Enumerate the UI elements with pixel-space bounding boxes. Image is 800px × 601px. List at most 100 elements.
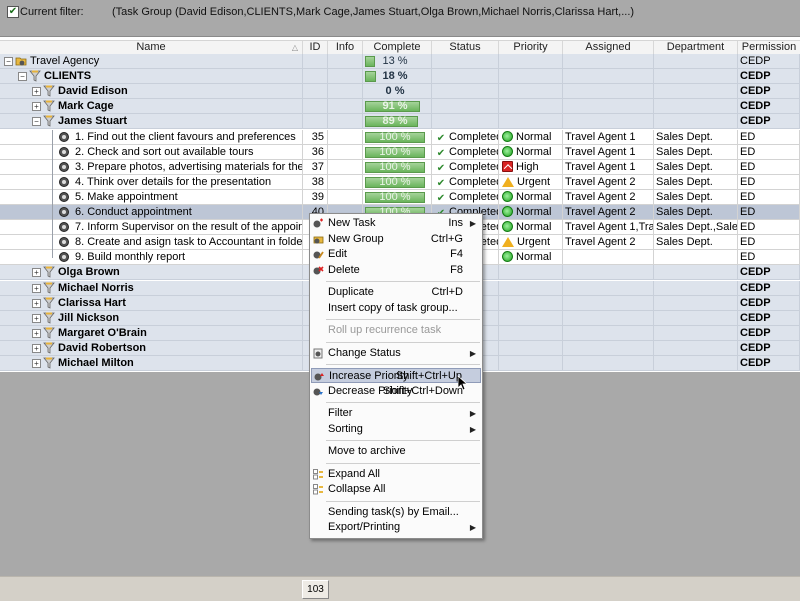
collapse-icon[interactable]: − bbox=[18, 72, 27, 82]
expand-icon[interactable]: + bbox=[32, 298, 41, 308]
group-row-clients[interactable]: − CLIENTS 18 % CEDP bbox=[0, 69, 800, 85]
menu-item-collapse-all[interactable]: Collapse All bbox=[311, 482, 481, 497]
cell-status: ✔Completed bbox=[432, 129, 499, 145]
menu-item-expand-all[interactable]: Expand All bbox=[311, 467, 481, 482]
menu-item-label: Filter bbox=[328, 407, 353, 419]
filter-checkbox[interactable]: ✔ bbox=[7, 6, 19, 18]
column-header-name[interactable]: Name △ bbox=[0, 41, 303, 54]
collapse-all-icon bbox=[313, 484, 324, 495]
menu-item-duplicate[interactable]: Duplicate Ctrl+D bbox=[311, 285, 481, 300]
progress-text: 100 % bbox=[379, 145, 411, 158]
menu-item-decrease-priority[interactable]: Decrease Priority Shift+Ctrl+Down bbox=[311, 384, 481, 399]
expand-icon[interactable]: + bbox=[32, 283, 41, 293]
menu-item-shortcut: Shift+Ctrl+Down bbox=[382, 384, 463, 397]
group-row-travel-agency[interactable]: − Travel Agency 13 % CEDP bbox=[0, 54, 800, 69]
menu-item-shortcut: Ctrl+D bbox=[431, 286, 463, 298]
cell-permission: ED bbox=[738, 205, 800, 220]
cell-permission: CEDP bbox=[738, 99, 800, 115]
menu-item-change-status[interactable]: Change Status ▶ bbox=[311, 346, 481, 361]
submenu-arrow-icon: ▶ bbox=[469, 523, 476, 532]
cell-department bbox=[654, 250, 738, 266]
task-row-8[interactable]: 4. Think over details for the presentati… bbox=[0, 174, 800, 190]
cell-status: ✔Completed bbox=[432, 144, 499, 160]
menu-item-export-printing[interactable]: Export/Printing ▶ bbox=[311, 520, 481, 535]
filter-bar: ✔ Current filter: (Task Group (David Edi… bbox=[0, 0, 800, 37]
column-header-complete[interactable]: Complete bbox=[363, 41, 432, 54]
new-task-icon bbox=[313, 218, 324, 229]
context-menu: New Task Ins ▶ New Group Ctrl+G Edit F4 Delete F… bbox=[309, 213, 483, 539]
expand-icon[interactable]: + bbox=[32, 359, 41, 368]
menu-item-move-to-archive[interactable]: Move to archive bbox=[311, 444, 481, 459]
row-name: 9. Build monthly report bbox=[75, 251, 186, 264]
menu-item-new-task[interactable]: New Task Ins ▶ bbox=[311, 216, 481, 231]
cell-department: Sales Dept. bbox=[654, 189, 738, 205]
progress-text: 13 % bbox=[382, 55, 408, 67]
expand-icon[interactable]: + bbox=[32, 328, 41, 338]
menu-item-sending-task-s-by-email[interactable]: Sending task(s) by Email... bbox=[311, 505, 481, 520]
menu-item-sorting[interactable]: Sorting ▶ bbox=[311, 422, 481, 437]
row-name: 6. Conduct appointment bbox=[75, 206, 192, 218]
cell-permission: CEDP bbox=[738, 356, 800, 371]
cell-permission: CEDP bbox=[738, 69, 800, 85]
cell-permission: CEDP bbox=[738, 114, 800, 130]
menu-item-filter[interactable]: Filter ▶ bbox=[311, 406, 481, 421]
cell-department: Sales Dept. bbox=[654, 174, 738, 190]
column-header-priority[interactable]: Priority bbox=[499, 41, 563, 54]
task-icon bbox=[59, 207, 69, 217]
task-row-9[interactable]: 5. Make appointment 39 100 % ✔ Completed Norm… bbox=[0, 189, 800, 205]
cell-permission: CEDP bbox=[738, 265, 800, 281]
row-name: Clarissa Hart bbox=[58, 296, 126, 309]
menu-item-label: Move to archive bbox=[328, 445, 406, 457]
group-row-mark-cage[interactable]: + Mark Cage 91 % CEDP bbox=[0, 99, 800, 115]
menu-item-label: New Group bbox=[328, 232, 384, 245]
task-row-6[interactable]: 2. Check and sort out available tours 36 1… bbox=[0, 144, 800, 160]
cell-department: Sales Dept. bbox=[654, 129, 738, 145]
menu-item-edit[interactable]: Edit F4 bbox=[311, 247, 481, 262]
group-row-david-edison[interactable]: + David Edison 0 % CEDP bbox=[0, 84, 800, 100]
row-name: Olga Brown bbox=[58, 266, 120, 279]
cell-department bbox=[654, 325, 738, 341]
cell-department bbox=[654, 54, 738, 69]
cell-assigned: Travel Agent 1 bbox=[563, 159, 654, 175]
collapse-icon[interactable]: − bbox=[32, 117, 41, 127]
cell-priority: Normal bbox=[499, 189, 563, 205]
menu-item-label: Sending task(s) by Email... bbox=[328, 505, 459, 518]
group-row-james-stuart[interactable]: − James Stuart 89 % CEDP bbox=[0, 114, 800, 130]
progress-text: 0 % bbox=[385, 85, 405, 98]
cell-priority bbox=[499, 265, 563, 281]
column-header-department[interactable]: Department bbox=[654, 41, 738, 54]
cell-id: 35 bbox=[303, 129, 328, 145]
column-header-info[interactable]: Info bbox=[328, 41, 363, 54]
cell-complete: 100 % bbox=[363, 174, 432, 190]
collapse-icon[interactable]: − bbox=[4, 57, 13, 66]
expand-icon[interactable]: + bbox=[32, 268, 41, 278]
expand-icon[interactable]: + bbox=[32, 87, 41, 97]
progress-bar: 13 % bbox=[365, 56, 425, 67]
funnel-icon bbox=[43, 327, 55, 339]
progress-bar: 100 % bbox=[365, 191, 425, 203]
menu-item-new-group[interactable]: New Group Ctrl+G bbox=[311, 232, 481, 247]
cell-id: 36 bbox=[303, 144, 328, 160]
column-header-permission[interactable]: Permission bbox=[738, 41, 800, 54]
expand-icon[interactable]: + bbox=[32, 313, 41, 323]
task-row-5[interactable]: 1. Find out the client favours and prefe… bbox=[0, 129, 800, 145]
column-header-assigned[interactable]: Assigned bbox=[563, 41, 654, 54]
priority-normal-icon bbox=[502, 221, 513, 233]
priority-high-icon bbox=[502, 160, 513, 172]
column-header-status[interactable]: Status bbox=[432, 41, 499, 54]
cell-permission: CEDP bbox=[738, 54, 800, 69]
folder-icon bbox=[15, 55, 27, 67]
expand-icon[interactable]: + bbox=[32, 102, 41, 112]
menu-item-increase-priority[interactable]: Increase Priority Shift+Ctrl+Up bbox=[311, 368, 481, 383]
menu-item-insert-copy-of-task-group[interactable]: Insert copy of task group... bbox=[311, 301, 481, 316]
menu-item-delete[interactable]: Delete F8 bbox=[311, 263, 481, 278]
menu-item-shortcut: F4 bbox=[450, 248, 463, 260]
cell-name: 2. Check and sort out available tours bbox=[0, 144, 303, 160]
filter-value[interactable]: (Task Group (David Edison,CLIENTS,Mark C… bbox=[112, 6, 634, 18]
column-header-id[interactable]: ID bbox=[303, 41, 328, 54]
increase-priority-icon bbox=[314, 371, 325, 382]
expand-icon[interactable]: + bbox=[32, 343, 41, 353]
task-row-7[interactable]: 3. Prepare photos, advertising materials… bbox=[0, 159, 800, 175]
cell-department bbox=[654, 280, 738, 296]
submenu-arrow-icon: ▶ bbox=[469, 348, 476, 358]
